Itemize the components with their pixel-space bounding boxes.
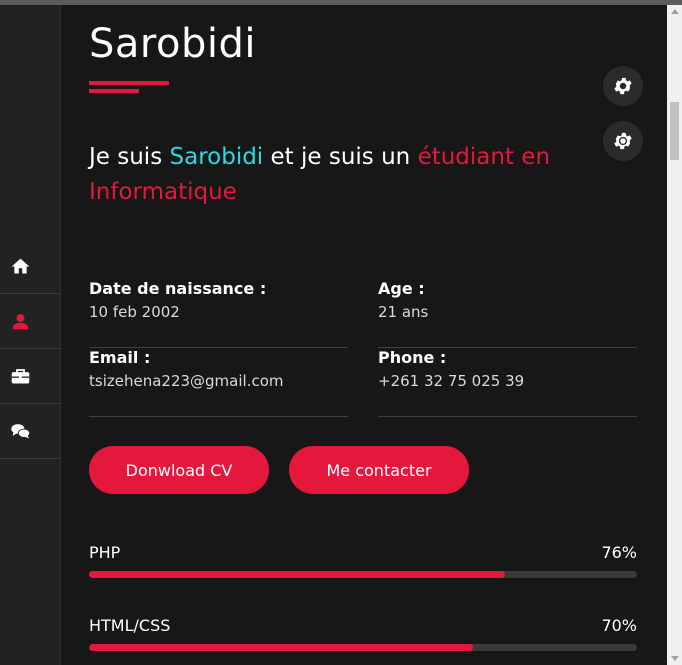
info-email: Email : tsizehena223@gmail.com: [89, 348, 348, 417]
sidebar-item-portfolio[interactable]: [0, 349, 61, 404]
skill-name: PHP: [89, 543, 121, 562]
download-cv-button[interactable]: Donwload CV: [89, 446, 269, 494]
skill-percent: 76%: [601, 543, 637, 562]
title-underline: [89, 81, 169, 85]
home-icon: [11, 258, 30, 273]
info-label: Email :: [89, 348, 151, 367]
intro-text: Je suis Sarobidi et je suis un étudiant …: [89, 140, 609, 210]
sidebar-item-home[interactable]: [0, 239, 61, 294]
info-value: 10 feb 2002: [89, 303, 180, 321]
main-content: Sarobidi Je suis Sarobidi et je suis un …: [61, 5, 667, 665]
info-label: Date de naissance :: [89, 279, 267, 298]
skill-progress-fill: [89, 571, 506, 578]
sidebar-nav: [0, 5, 61, 665]
info-birthdate: Date de naissance : 10 feb 2002: [89, 279, 348, 348]
info-value: +261 32 75 025 39: [378, 372, 525, 390]
skill-progress-track: [89, 644, 637, 651]
page-title: Sarobidi: [89, 21, 256, 67]
title-underline-short: [89, 89, 139, 93]
skill-name: HTML/CSS: [89, 616, 171, 635]
skill-progress-track: [89, 571, 637, 578]
info-value: tsizehena223@gmail.com: [89, 372, 284, 390]
info-phone: Phone : +261 32 75 025 39: [378, 348, 637, 417]
theme-toggle-button[interactable]: [603, 121, 643, 161]
style-switcher-button[interactable]: [603, 66, 643, 106]
info-age: Age : 21 ans: [378, 279, 637, 348]
gear-icon: [614, 77, 632, 95]
sidebar-item-about[interactable]: [0, 294, 61, 349]
skill-html-css: HTML/CSS 70%: [89, 616, 637, 656]
scroll-down-icon[interactable]: [671, 656, 679, 661]
skill-progress-fill: [89, 644, 473, 651]
intro-part1: Je suis: [89, 144, 170, 170]
sidebar-item-contact[interactable]: [0, 404, 61, 459]
user-icon: [12, 313, 29, 329]
briefcase-icon: [11, 368, 30, 383]
intro-name: Sarobidi: [169, 144, 264, 170]
contact-button[interactable]: Me contacter: [289, 446, 469, 494]
info-label: Age :: [378, 279, 425, 298]
chat-icon: [11, 423, 31, 438]
skill-php: PHP 76%: [89, 543, 637, 583]
scroll-up-icon[interactable]: [671, 9, 679, 14]
sun-icon: [614, 132, 632, 150]
info-value: 21 ans: [378, 303, 429, 321]
vertical-scrollbar[interactable]: [667, 5, 682, 665]
intro-part2: et je suis un: [263, 144, 418, 170]
scroll-thumb[interactable]: [670, 102, 679, 160]
skill-percent: 70%: [601, 616, 637, 635]
info-label: Phone :: [378, 348, 447, 367]
